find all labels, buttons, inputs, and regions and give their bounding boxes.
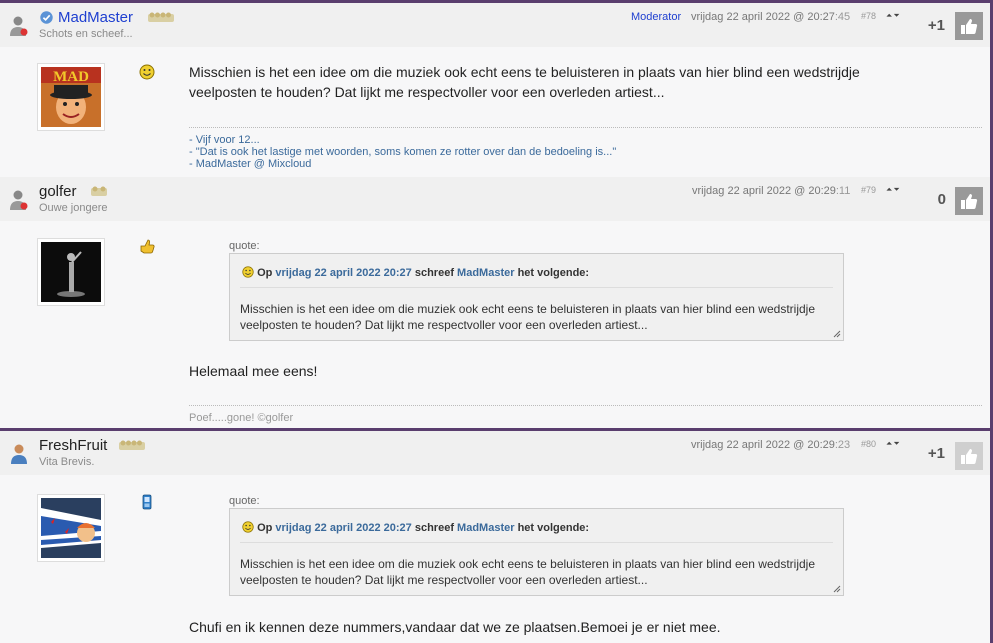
post-message: Misschien is het een idee om die muziek … (189, 64, 860, 100)
quote-box[interactable]: Op vrijdag 22 april 2022 20:27 schreef M… (229, 508, 844, 596)
avatar-image: MAD (41, 67, 101, 127)
quote-suffix: het volgende: (517, 267, 590, 279)
post-header: golfer Ouwe jongere vrijdag 22 april 202… (0, 177, 990, 221)
post-date-text: vrijdag 22 april 2022 @ 20:27 (691, 11, 835, 23)
like-button[interactable] (955, 442, 983, 470)
post-number-link[interactable]: #80 (861, 439, 876, 449)
username-link[interactable]: FreshFruit (39, 437, 107, 454)
quote-date-link[interactable]: vrijdag 22 april 2022 20:27 (275, 267, 411, 279)
post-navigation-arrows[interactable]: ⏶⏷ (886, 439, 901, 449)
post-navigation-arrows[interactable]: ⏶⏷ (886, 11, 901, 21)
post-date-seconds: :45 (834, 11, 851, 23)
user-title: Ouwe jongere (39, 202, 108, 214)
like-score: +1 (927, 17, 945, 34)
quote-header: Op vrijdag 22 april 2022 20:27 schreef M… (242, 266, 589, 279)
user-icon (11, 444, 27, 464)
signature-divider (189, 127, 982, 128)
forum-post: golfer Ouwe jongere vrijdag 22 april 202… (0, 177, 993, 431)
rank-stars-icon (91, 186, 107, 196)
mobile-phone-icon (142, 494, 152, 510)
quote-suffix: het volgende: (517, 522, 590, 534)
smiley-icon (242, 521, 254, 533)
post-date: vrijdag 22 april 2022 @ 20:29:23 (691, 439, 850, 451)
avatar[interactable]: MAD (37, 63, 105, 131)
quote-divider (240, 287, 833, 288)
rank-stars-icon (148, 12, 174, 22)
smiley-icon (242, 266, 254, 278)
forum-post: FreshFruit Vita Brevis. vrijdag 22 april… (0, 431, 993, 643)
thumbs-up-icon (961, 448, 978, 464)
post-date-seconds: :11 (835, 185, 851, 197)
signature-line: Poef.....gone! ©golfer (189, 412, 294, 424)
like-score: +1 (927, 445, 945, 462)
quote-label: quote: (229, 495, 260, 507)
post-header: FreshFruit Vita Brevis. vrijdag 22 april… (0, 431, 990, 475)
forum-post: MadMaster Schots en scheef... Moderator … (0, 0, 993, 180)
post-date: vrijdag 22 april 2022 @ 20:27:45 (691, 11, 850, 23)
verified-badge-icon (40, 11, 53, 24)
thumbs-up-icon (961, 193, 978, 209)
thumbs-up-mood-icon (140, 239, 155, 254)
avatar[interactable] (37, 238, 105, 306)
post-date-text: vrijdag 22 april 2022 @ 20:29 (692, 185, 836, 197)
quote-date-link[interactable]: vrijdag 22 april 2022 20:27 (275, 522, 411, 534)
smiley-icon (139, 64, 155, 80)
moderator-label: Moderator (631, 11, 682, 23)
username-link[interactable]: MadMaster (58, 9, 133, 26)
user-icon (10, 16, 28, 36)
quote-text: Misschien is het een idee om die muziek … (240, 302, 815, 332)
resize-grip-icon[interactable] (833, 330, 841, 338)
quote-divider (240, 542, 833, 543)
like-button[interactable] (955, 12, 983, 40)
post-navigation-arrows[interactable]: ⏶⏷ (886, 185, 901, 195)
signature-line[interactable]: - Vijf voor 12... (189, 135, 260, 146)
like-score: 0 (937, 191, 946, 208)
quote-wrote: schreef (414, 522, 454, 534)
avatar-image (41, 242, 101, 302)
rank-stars-icon (119, 440, 145, 450)
user-icon (10, 190, 28, 210)
quote-author-link[interactable]: MadMaster (457, 522, 514, 534)
signature-line[interactable]: - MadMaster @ Mixcloud (189, 159, 311, 170)
signature-line[interactable]: - "Dat is ook het lastige met woorden, s… (189, 147, 616, 158)
user-title: Schots en scheef... (39, 28, 133, 40)
like-button[interactable] (955, 187, 983, 215)
quote-header: Op vrijdag 22 april 2022 20:27 schreef M… (242, 521, 589, 534)
user-title: Vita Brevis. (39, 456, 95, 468)
avatar[interactable] (37, 494, 105, 562)
post-message: Helemaal mee eens! (189, 363, 318, 379)
resize-grip-icon[interactable] (833, 585, 841, 593)
quote-text: Misschien is het een idee om die muziek … (240, 557, 815, 587)
post-number-link[interactable]: #79 (861, 185, 876, 195)
quote-label: quote: (229, 240, 260, 252)
quote-prefix: Op (257, 267, 273, 279)
post-header: MadMaster Schots en scheef... Moderator … (0, 3, 990, 47)
quote-prefix: Op (257, 522, 273, 534)
post-date: vrijdag 22 april 2022 @ 20:29:11 (692, 185, 850, 197)
quote-box[interactable]: Op vrijdag 22 april 2022 20:27 schreef M… (229, 253, 844, 341)
quote-wrote: schreef (414, 267, 454, 279)
post-message: Chufi en ik kennen deze nummers,vandaar … (189, 619, 721, 635)
username-link[interactable]: golfer (39, 183, 77, 200)
quote-author-link[interactable]: MadMaster (457, 267, 514, 279)
signature-divider (189, 405, 982, 406)
thumbs-up-icon (961, 18, 978, 34)
post-number-link[interactable]: #78 (861, 11, 876, 21)
avatar-logo-text: MAD (53, 69, 89, 85)
post-date-seconds: :23 (834, 439, 851, 451)
post-date-text: vrijdag 22 april 2022 @ 20:29 (691, 439, 835, 451)
avatar-image (41, 498, 101, 558)
